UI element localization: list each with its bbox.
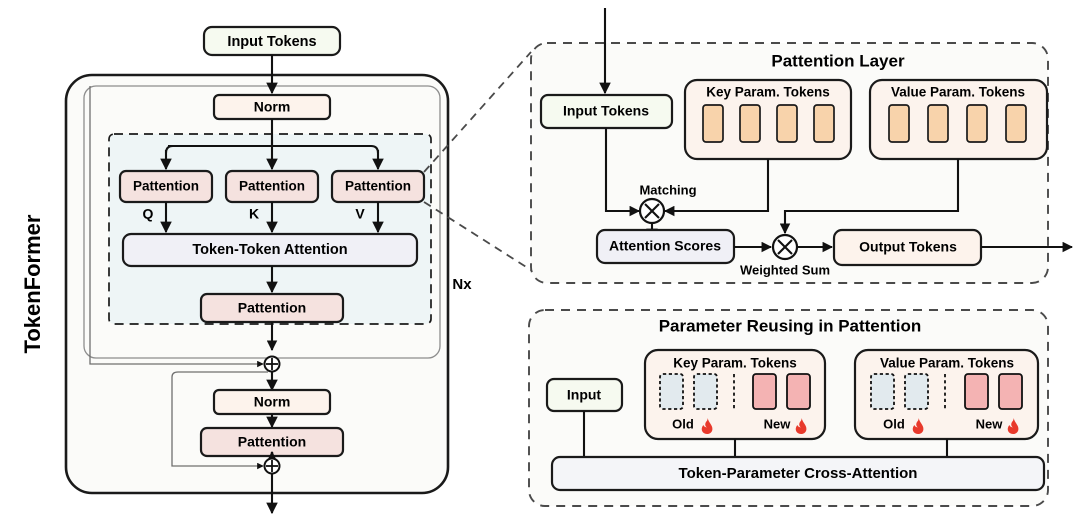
pr-value-new-label: New [976, 416, 1004, 431]
pr-key-old-token [659, 373, 684, 410]
value-param-token [927, 104, 949, 143]
cross-attention-label: Token-Parameter Cross-Attention [679, 465, 918, 482]
q-label: Q [143, 206, 154, 222]
pr-input-label: Input [567, 387, 602, 403]
input-tokens-label: Input Tokens [227, 34, 316, 50]
pl-input-tokens-label: Input Tokens [563, 103, 649, 119]
value-param-token [888, 104, 910, 143]
pr-key-old-label: Old [672, 416, 694, 431]
pattention-out-label: Pattention [238, 300, 306, 316]
weighted-sum-label: Weighted Sum [740, 262, 830, 277]
value-param-token [1005, 104, 1027, 143]
token-token-attention-label: Token-Token Attention [192, 242, 347, 258]
pr-value-new-token [964, 373, 989, 410]
diagram-canvas: TokenFormer Input Tokens Norm Pattention… [0, 0, 1080, 523]
repeat-count-label: Nx [452, 276, 472, 293]
k-label: K [249, 206, 259, 222]
pr-key-new-token [786, 373, 811, 410]
key-param-token [776, 104, 798, 143]
key-param-tokens-title: Key Param. Tokens [706, 85, 830, 100]
pattention-mlp-label: Pattention [238, 434, 306, 450]
key-param-token [702, 104, 724, 143]
tokenformer-title: TokenFormer [20, 214, 45, 353]
pr-value-new-token [998, 373, 1023, 410]
key-param-token [813, 104, 835, 143]
value-param-tokens-title: Value Param. Tokens [891, 85, 1025, 100]
pr-key-new-label: New [764, 416, 792, 431]
norm2-label: Norm [254, 394, 291, 410]
v-label: V [355, 206, 365, 222]
matching-label: Matching [639, 182, 696, 197]
pr-key-old-token [693, 373, 718, 410]
tokenformer-figure: TokenFormer Input Tokens Norm Pattention… [20, 8, 1074, 515]
attention-scores-label: Attention Scores [609, 238, 721, 254]
pattention-v-label: Pattention [345, 179, 411, 194]
pattention-k-label: Pattention [239, 179, 305, 194]
pr-key-new-token [752, 373, 777, 410]
key-param-token [739, 104, 761, 143]
pr-value-old-label: Old [883, 416, 905, 431]
pattention-q-label: Pattention [133, 179, 199, 194]
pr-value-old-token [870, 373, 895, 410]
pr-key-title: Key Param. Tokens [673, 356, 797, 371]
value-param-token [966, 104, 988, 143]
parameter-reusing-title: Parameter Reusing in Pattention [659, 316, 922, 335]
pattention-layer-title: Pattention Layer [771, 51, 905, 70]
norm1-label: Norm [254, 99, 291, 115]
output-tokens-label: Output Tokens [859, 239, 957, 255]
pr-value-title: Value Param. Tokens [880, 356, 1014, 371]
pr-value-old-token [904, 373, 929, 410]
